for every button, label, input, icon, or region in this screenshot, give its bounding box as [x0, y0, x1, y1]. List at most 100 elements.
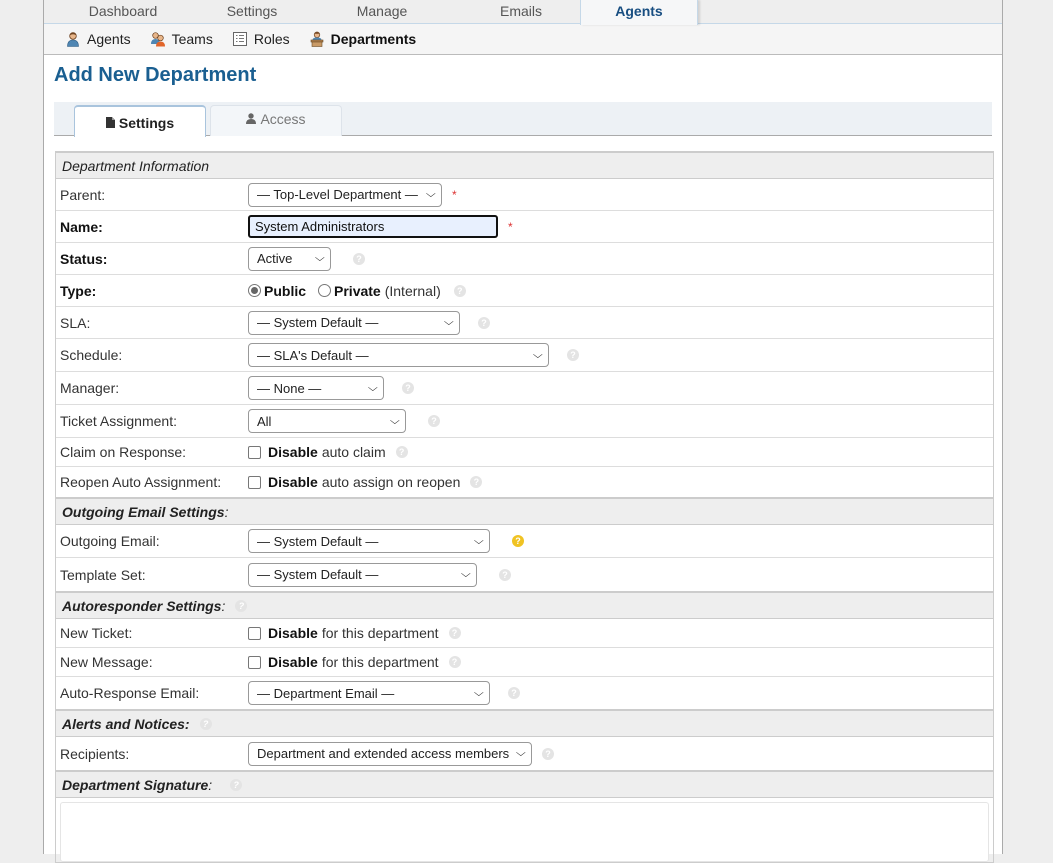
help-icon[interactable]: ? [353, 252, 365, 265]
auto-response-email-select[interactable]: — Department Email — ⌵ [248, 681, 490, 705]
help-icon[interactable]: ? [542, 747, 554, 760]
tab-access[interactable]: Access [210, 105, 342, 136]
outgoing-email-select-value: — System Default — [257, 533, 379, 549]
subnav-teams[interactable]: Teams [150, 31, 213, 47]
department-icon [309, 31, 325, 47]
file-icon [105, 109, 115, 141]
name-input[interactable]: System Administrators [248, 215, 498, 238]
recipients-select[interactable]: Department and extended access members ⌵ [248, 741, 532, 766]
help-icon[interactable]: ? [478, 316, 490, 329]
sla-label: SLA: [60, 314, 91, 331]
type-public-radio[interactable] [248, 284, 261, 297]
schedule-select[interactable]: — SLA's Default — ⌵ [248, 343, 549, 367]
outgoing-email-select[interactable]: — System Default — ⌵ [248, 529, 490, 553]
new-message-checkbox[interactable] [248, 655, 261, 669]
recipients-select-value: Department and extended access members [257, 746, 510, 761]
parent-label: Parent: [60, 186, 106, 203]
claim-on-response-label: Claim on Response: [60, 444, 187, 460]
row-status: Status: Active ⌵ ? [56, 243, 993, 275]
help-icon[interactable]: ? [448, 627, 461, 639]
help-icon[interactable]: ? [428, 415, 440, 427]
sla-select-value: — System Default — [257, 315, 379, 330]
sub-nav: Agents Teams Roles Departments [44, 24, 1002, 55]
subnav-agents[interactable]: Agents [65, 31, 131, 47]
tab-settings-label: Settings [118, 115, 175, 131]
type-public-label: Public [264, 282, 307, 299]
ticket-assignment-select-value: All [257, 413, 272, 429]
nav-tab-emails[interactable]: Emails [462, 0, 580, 24]
auto-response-email-select-value: — Department Email — [257, 685, 395, 701]
section-colon: : [208, 776, 213, 793]
template-set-label: Template Set: [60, 566, 146, 583]
row-parent: Parent: — Top-Level Department — ⌵ * [56, 179, 993, 211]
page-container: Dashboard Settings Manage Emails Agents … [43, 0, 1003, 863]
help-icon[interactable]: ? [395, 446, 408, 458]
type-private-radio[interactable] [318, 284, 332, 297]
signature-editor[interactable] [60, 802, 989, 862]
template-set-select[interactable]: — System Default — ⌵ [248, 562, 477, 587]
manager-label: Manager: [60, 380, 120, 396]
tab-settings[interactable]: Settings [74, 105, 206, 137]
help-icon[interactable]: ? [499, 568, 511, 581]
sla-select[interactable]: — System Default — ⌵ [248, 310, 460, 335]
help-icon[interactable]: ? [402, 382, 414, 394]
teams-icon [150, 31, 166, 47]
nav-tab-settings[interactable]: Settings [202, 0, 302, 24]
schedule-select-value: — SLA's Default — [257, 347, 369, 363]
schedule-label: Schedule: [60, 347, 123, 363]
new-ticket-checkbox[interactable] [248, 626, 261, 640]
row-reopen-auto-assignment: Reopen Auto Assignment: Disable auto ass… [56, 467, 993, 497]
section-outgoing-email-settings: Outgoing Email Settings: [56, 497, 993, 525]
reopen-auto-assignment-checkbox[interactable] [248, 475, 261, 489]
section-colon: : [224, 503, 229, 520]
help-icon[interactable]: ? [567, 349, 579, 361]
row-outgoing-email: Outgoing Email: — System Default — ⌵ ? [56, 525, 993, 558]
disable-label: Disable [268, 625, 318, 641]
row-recipients: Recipients: Department and extended acce… [56, 737, 993, 770]
parent-select-value: — Top-Level Department — [257, 187, 418, 202]
row-new-ticket: New Ticket: Disable for this department … [56, 619, 993, 648]
agent-icon [65, 31, 81, 47]
parent-select[interactable]: — Top-Level Department — ⌵ [248, 182, 442, 207]
ticket-assignment-select[interactable]: All ⌵ [248, 409, 406, 433]
help-icon[interactable]: ? [508, 687, 520, 699]
section-department-information: Department Information [56, 151, 993, 179]
help-icon[interactable]: ? [453, 284, 466, 297]
chevron-down-icon: ⌵ [474, 687, 485, 699]
section-alerts-and-notices: Alerts and Notices: ? [56, 709, 993, 737]
nav-tab-manage[interactable]: Manage [302, 0, 462, 24]
section-title: Department Information [62, 157, 210, 174]
claim-on-response-checkbox[interactable] [248, 445, 261, 459]
name-label: Name: [60, 218, 103, 235]
subnav-roles[interactable]: Roles [232, 31, 290, 47]
row-auto-response-email: Auto-Response Email: — Department Email … [56, 677, 993, 709]
subnav-agents-label: Agents [87, 31, 131, 47]
help-icon[interactable]: ? [235, 599, 248, 612]
subnav-departments-label: Departments [330, 31, 417, 47]
subnav-roles-label: Roles [253, 31, 290, 47]
help-icon[interactable]: ? [448, 656, 461, 668]
type-label: Type: [60, 282, 97, 299]
help-icon[interactable]: ? [199, 717, 212, 730]
row-name: Name: System Administrators * [56, 211, 993, 243]
help-icon-highlighted[interactable]: ? [512, 535, 524, 547]
help-icon[interactable]: ? [230, 778, 243, 791]
claim-on-response-text: auto claim [321, 444, 386, 460]
help-icon[interactable]: ? [470, 476, 483, 488]
section-department-signature: Department Signature: ? [56, 770, 993, 798]
chevron-down-icon: ⌵ [315, 253, 326, 264]
status-select[interactable]: Active ⌵ [248, 246, 331, 271]
nav-tab-dashboard[interactable]: Dashboard [44, 0, 202, 24]
row-manager: Manager: — None — ⌵ ? [56, 372, 993, 405]
row-template-set: Template Set: — System Default — ⌵ ? [56, 558, 993, 591]
department-form: Department Information Parent: — Top-Lev… [55, 151, 994, 863]
manager-select[interactable]: — None — ⌵ [248, 376, 384, 400]
section-title: Department Signature [62, 776, 209, 793]
section-title: Autoresponder Settings [62, 597, 222, 614]
main-nav: Dashboard Settings Manage Emails Agents [44, 0, 1002, 25]
subnav-departments[interactable]: Departments [309, 31, 417, 47]
nav-tab-agents[interactable]: Agents [580, 0, 698, 25]
ticket-assignment-label: Ticket Assignment: [60, 413, 177, 429]
chevron-down-icon: ⌵ [474, 535, 485, 547]
type-private-note: (Internal) [384, 282, 441, 299]
